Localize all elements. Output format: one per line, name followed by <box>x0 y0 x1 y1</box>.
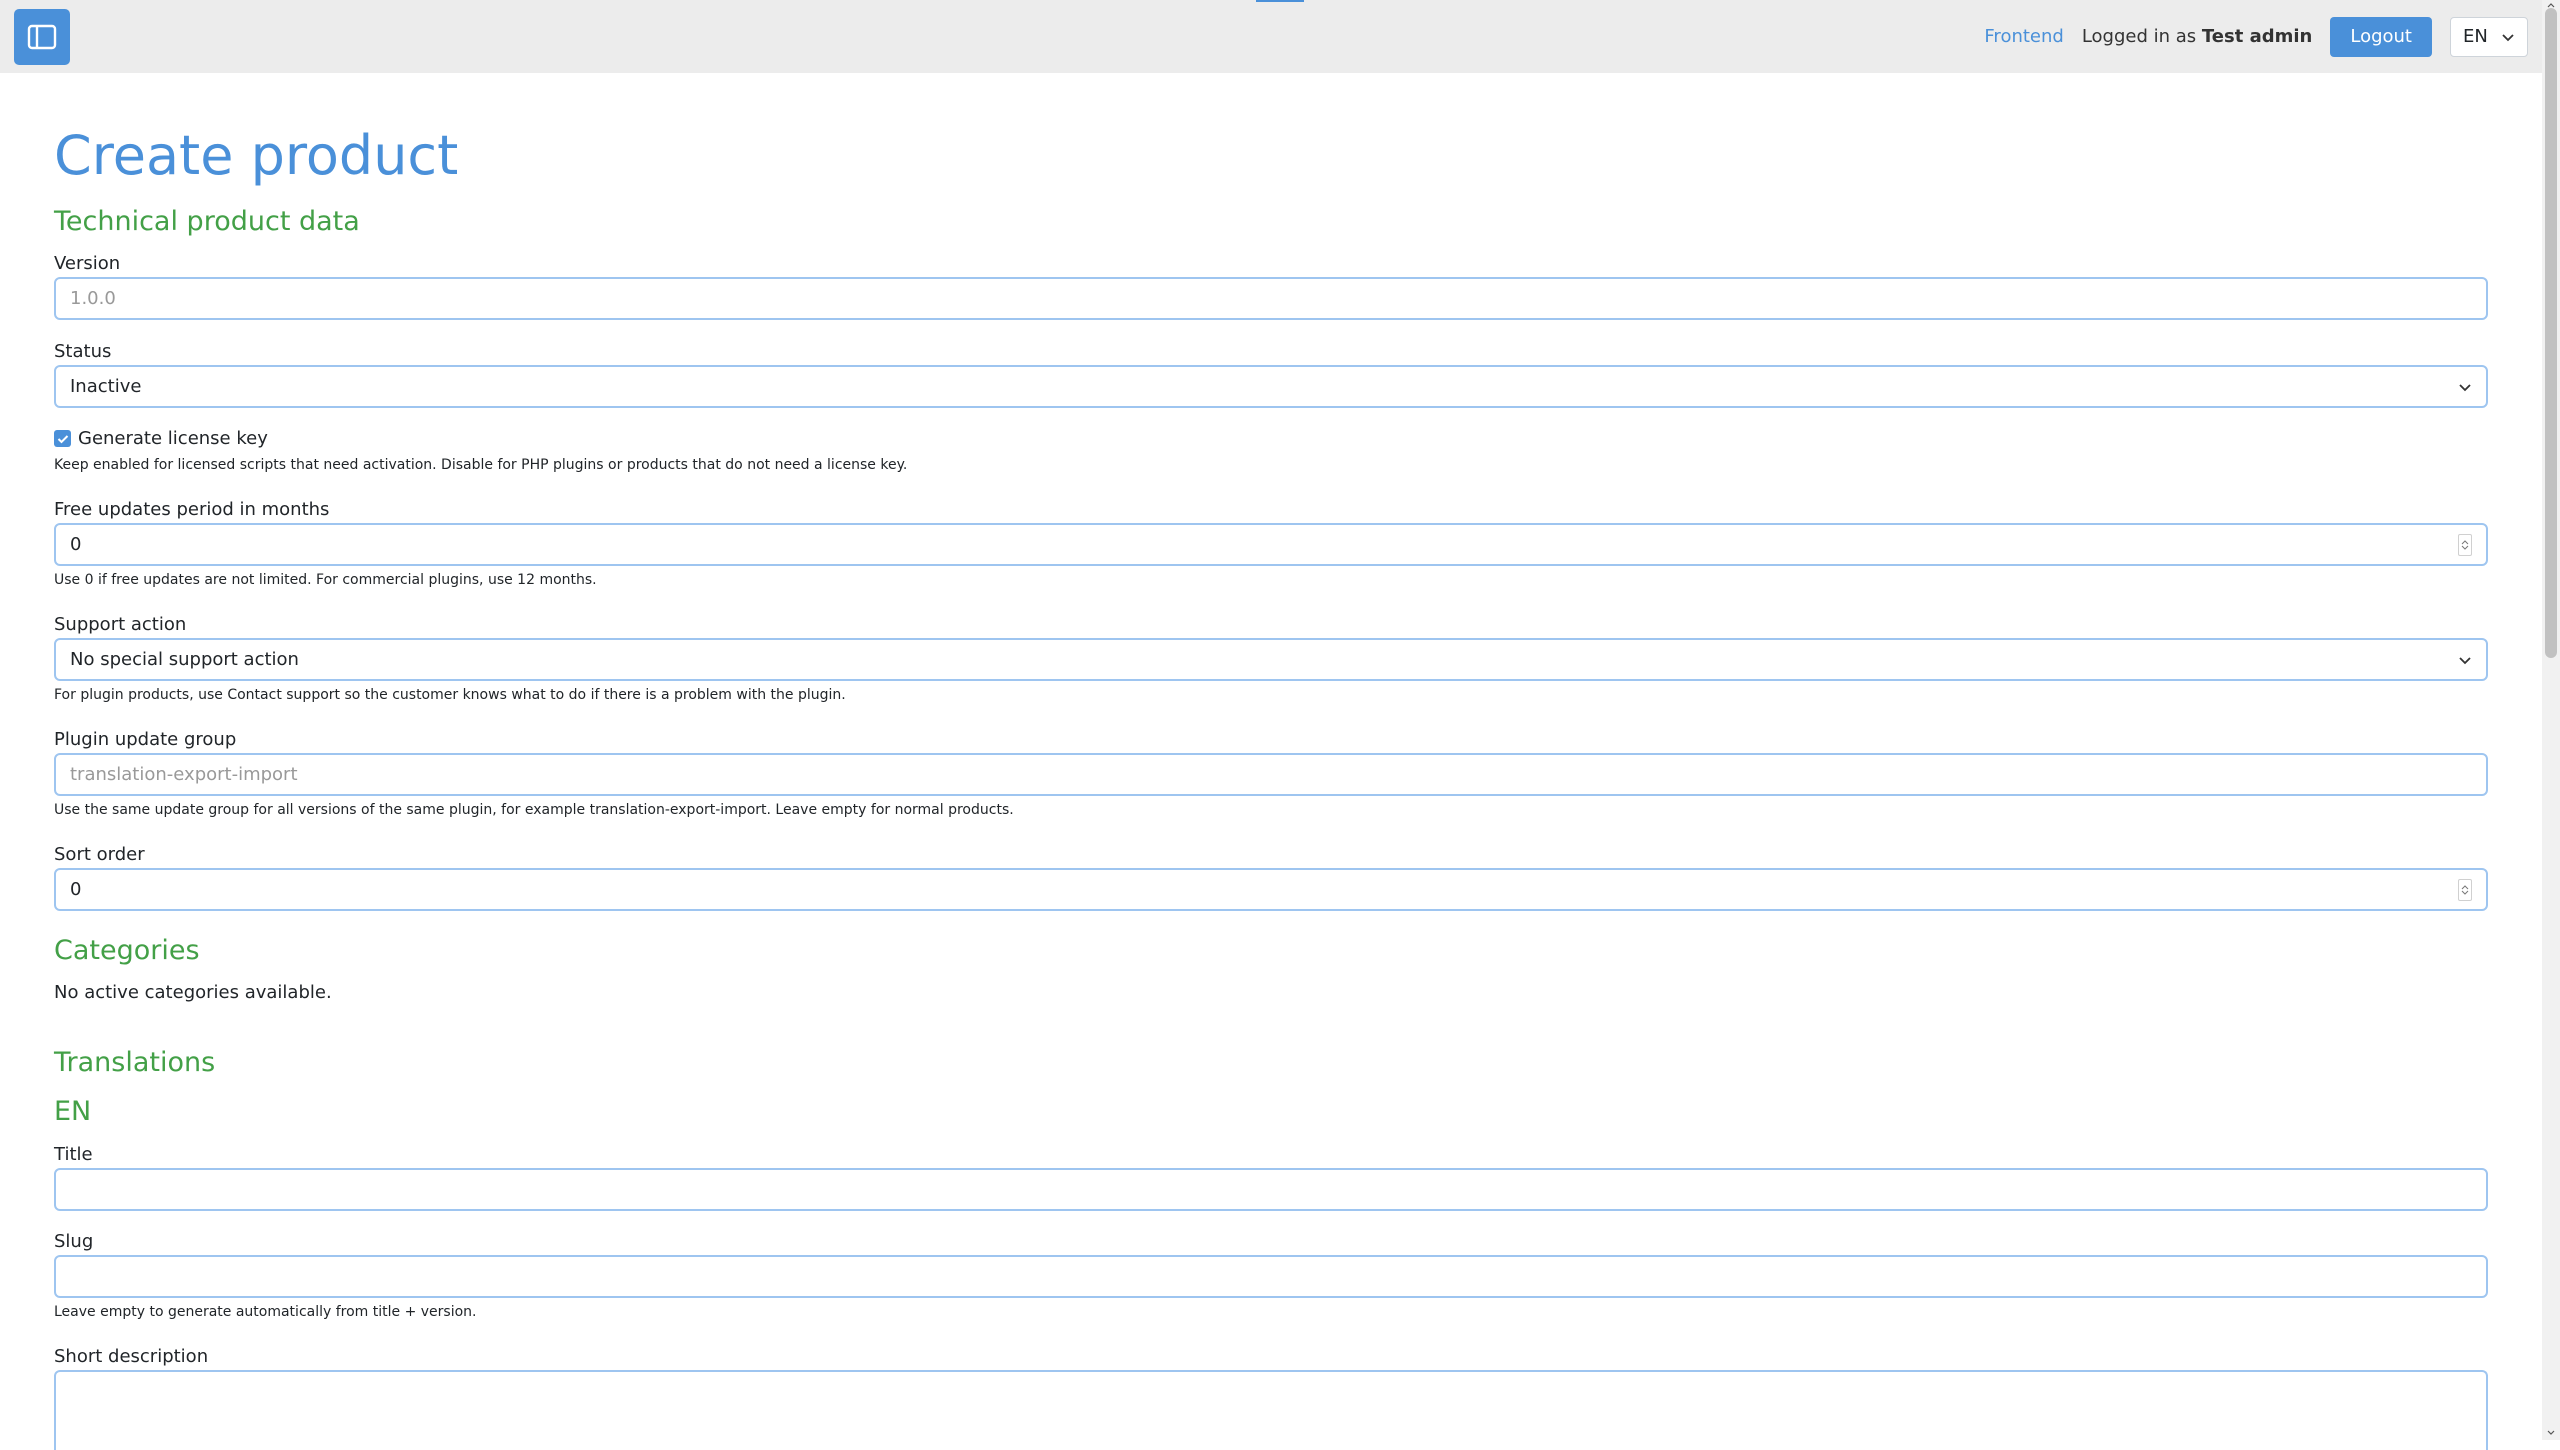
user-name: Test admin <box>2201 26 2313 47</box>
plugin-group-input[interactable]: translation-export-import <box>54 753 2488 796</box>
slug-label: Slug <box>54 1231 94 1252</box>
scroll-down-icon[interactable] <box>2546 1428 2556 1438</box>
generate-license-help: Keep enabled for licensed scripts that n… <box>54 457 908 473</box>
logged-in-status: Logged in as Test admin <box>2082 26 2313 47</box>
section-heading-translations: Translations <box>54 1047 216 1078</box>
top-bar: Frontend Logged in as Test admin Logout … <box>0 0 2542 73</box>
language-select-value: EN <box>2463 26 2488 47</box>
support-action-label: Support action <box>54 614 187 635</box>
short-description-label: Short description <box>54 1346 209 1367</box>
free-updates-help: Use 0 if free updates are not limited. F… <box>54 572 597 588</box>
plugin-group-label: Plugin update group <box>54 729 237 750</box>
support-action-select[interactable]: No special support action <box>54 638 2488 681</box>
chevron-down-icon <box>2502 33 2514 41</box>
version-placeholder: 1.0.0 <box>70 288 116 309</box>
frontend-link[interactable]: Frontend <box>1984 26 2063 47</box>
status-label: Status <box>54 341 112 362</box>
generate-license-label: Generate license key <box>78 428 268 449</box>
status-select[interactable]: Inactive <box>54 365 2488 408</box>
chevron-down-icon <box>2459 656 2471 664</box>
sort-order-value: 0 <box>70 879 82 900</box>
sidebar-toggle-button[interactable] <box>14 9 70 65</box>
support-action-help: For plugin products, use Contact support… <box>54 687 846 703</box>
free-updates-value: 0 <box>70 534 82 555</box>
topbar-right: Frontend Logged in as Test admin Logout … <box>1984 0 2528 73</box>
categories-empty-message: No active categories available. <box>54 982 332 1003</box>
sort-order-input[interactable]: 0 <box>54 868 2488 911</box>
scroll-thumb[interactable] <box>2545 8 2557 658</box>
title-input[interactable] <box>54 1168 2488 1211</box>
page-scrollbar[interactable] <box>2542 0 2560 1440</box>
nav-progress-indicator <box>1256 0 1304 2</box>
section-heading-technical: Technical product data <box>54 206 360 237</box>
spinner-down-icon[interactable] <box>2461 545 2469 551</box>
page-title: Create product <box>54 124 459 187</box>
sort-order-spinner[interactable] <box>2458 878 2472 901</box>
language-select[interactable]: EN <box>2450 16 2528 57</box>
plugin-group-placeholder: translation-export-import <box>70 764 298 785</box>
title-label: Title <box>54 1144 93 1165</box>
slug-help: Leave empty to generate automatically fr… <box>54 1304 477 1320</box>
section-heading-categories: Categories <box>54 935 200 966</box>
generate-license-row: Generate license key <box>54 428 268 449</box>
sidebar-icon <box>27 24 57 50</box>
logout-button[interactable]: Logout <box>2330 16 2432 57</box>
translation-language-heading: EN <box>54 1096 92 1127</box>
sort-order-label: Sort order <box>54 844 145 865</box>
free-updates-label: Free updates period in months <box>54 499 330 520</box>
free-updates-input[interactable]: 0 <box>54 523 2488 566</box>
free-updates-spinner[interactable] <box>2458 533 2472 556</box>
support-action-value: No special support action <box>70 649 299 670</box>
plugin-group-help: Use the same update group for all versio… <box>54 802 1014 818</box>
logged-in-prefix: Logged in as <box>2081 26 2197 47</box>
status-select-value: Inactive <box>70 376 142 397</box>
version-label: Version <box>54 253 121 274</box>
short-description-textarea[interactable] <box>54 1370 2488 1450</box>
check-icon <box>57 434 68 443</box>
generate-license-checkbox[interactable] <box>54 430 71 447</box>
spinner-down-icon[interactable] <box>2461 890 2469 896</box>
chevron-down-icon <box>2459 383 2471 391</box>
version-input[interactable]: 1.0.0 <box>54 277 2488 320</box>
slug-input[interactable] <box>54 1255 2488 1298</box>
